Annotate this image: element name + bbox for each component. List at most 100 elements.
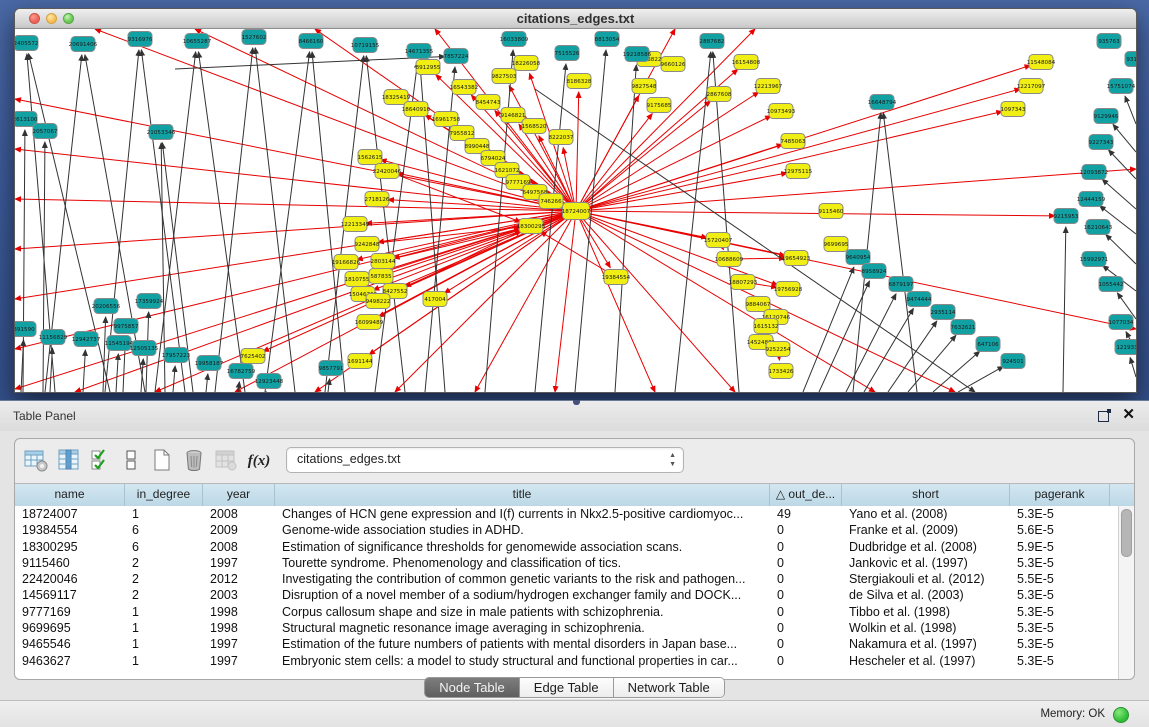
- graph-node[interactable]: 9857791: [319, 361, 344, 376]
- graph-node[interactable]: 7857224: [444, 49, 469, 64]
- graph-node[interactable]: 2887682: [700, 34, 725, 49]
- graph-node[interactable]: 9975857: [114, 319, 139, 334]
- graph-node[interactable]: 12975115: [784, 164, 813, 179]
- column-header-out_de[interactable]: △ out_de...: [770, 484, 842, 506]
- graph-node[interactable]: 647106: [976, 337, 1000, 352]
- graph-node[interactable]: 9175685: [647, 98, 672, 113]
- graph-node[interactable]: 8813054: [595, 32, 620, 47]
- graph-node[interactable]: 10688609: [715, 252, 744, 267]
- graph-node[interactable]: 8222037: [549, 130, 574, 145]
- graph-node[interactable]: 19218586: [623, 47, 652, 62]
- column-header-name[interactable]: name: [15, 484, 125, 506]
- graph-node[interactable]: 1055442: [1099, 277, 1124, 292]
- column-header-year[interactable]: year: [203, 484, 275, 506]
- graph-node[interactable]: 16210643: [1084, 220, 1113, 235]
- graph-node[interactable]: 20206556: [92, 299, 121, 314]
- table-mode-button[interactable]: [23, 448, 49, 474]
- graph-node[interactable]: 12942737: [72, 332, 101, 347]
- delete-table-button[interactable]: [213, 448, 239, 474]
- graph-node[interactable]: 20691406: [69, 37, 98, 52]
- table-row[interactable]: 977716911998Corpus callosum shape and si…: [15, 604, 1119, 620]
- table-row[interactable]: 1872400712008Changes of HCN gene express…: [15, 506, 1119, 522]
- graph-node[interactable]: 7485063: [781, 134, 806, 149]
- graph-node[interactable]: 12213349: [341, 217, 370, 232]
- graph-node[interactable]: 1733426: [769, 364, 794, 379]
- graph-node[interactable]: 7625402: [241, 349, 266, 364]
- graph-node[interactable]: 746266: [539, 194, 563, 209]
- graph-node[interactable]: 12213967: [754, 79, 783, 94]
- graph-node[interactable]: 8466160: [299, 34, 324, 49]
- clear-selection-button[interactable]: [118, 448, 144, 474]
- graph-node[interactable]: 1691144: [348, 354, 373, 369]
- graph-node[interactable]: 11548084: [1027, 55, 1056, 70]
- table-row[interactable]: 2242004622012Investigating the contribut…: [15, 571, 1119, 587]
- graph-node[interactable]: 16648794: [868, 95, 897, 110]
- graph-node[interactable]: 18640910: [402, 102, 431, 117]
- graph-node[interactable]: 19166826: [332, 255, 361, 270]
- graph-node[interactable]: 9115460: [819, 204, 844, 219]
- graph-node[interactable]: 2405572: [15, 36, 38, 51]
- graph-node[interactable]: 1562615: [358, 150, 383, 165]
- graph-node[interactable]: 1097343: [1001, 102, 1026, 117]
- graph-node[interactable]: 1077034: [1109, 315, 1134, 330]
- graph-node[interactable]: 16033809: [500, 32, 529, 47]
- row-selection-button[interactable]: [89, 448, 115, 474]
- graph-node[interactable]: 9474444: [907, 292, 932, 307]
- graph-node[interactable]: 10973493: [767, 104, 796, 119]
- graph-node[interactable]: 9640954: [846, 250, 871, 265]
- table-row[interactable]: 911546021997Tourette syndrome. Phenomeno…: [15, 555, 1119, 571]
- graph-node[interactable]: 18807293: [729, 275, 758, 290]
- graph-node[interactable]: 1810755: [345, 272, 370, 287]
- table-row[interactable]: 1456911722003Disruption of a novel membe…: [15, 587, 1119, 603]
- table-scrollbar-thumb[interactable]: [1121, 509, 1132, 557]
- graph-node[interactable]: 9316976: [128, 32, 153, 47]
- graph-node[interactable]: 14671355: [405, 44, 434, 59]
- graph-node[interactable]: 2803144: [371, 254, 396, 269]
- graph-node[interactable]: 15720407: [704, 233, 733, 248]
- network-graph[interactable]: 1872400718226058982750316543382891295581…: [15, 29, 1136, 392]
- graph-node[interactable]: 587835: [369, 269, 393, 284]
- table-scrollbar[interactable]: [1118, 506, 1134, 679]
- graph-node[interactable]: 15751074: [1107, 79, 1136, 94]
- graph-node[interactable]: 2867608: [707, 87, 732, 102]
- graph-node[interactable]: 9252254: [766, 342, 791, 357]
- graph-node[interactable]: 2935114: [931, 305, 956, 320]
- table-row[interactable]: 1938455462009Genome-wide association stu…: [15, 522, 1119, 538]
- graph-node[interactable]: 7515526: [555, 46, 580, 61]
- graph-node[interactable]: 391590: [15, 322, 36, 337]
- table-row[interactable]: 946362711997Embryonic stem cells: a mode…: [15, 653, 1119, 669]
- table-row[interactable]: 969969511998Structural magnetic resonanc…: [15, 620, 1119, 636]
- graph-node[interactable]: 16961758: [432, 112, 461, 127]
- graph-node[interactable]: 18724007: [562, 203, 591, 220]
- graph-node[interactable]: 10655287: [183, 34, 212, 49]
- graph-node[interactable]: 11156829: [39, 330, 68, 345]
- show-columns-button[interactable]: [56, 448, 82, 474]
- function-builder-button[interactable]: f(x): [243, 448, 275, 474]
- graph-node[interactable]: 16154808: [732, 55, 761, 70]
- graph-node[interactable]: 8912955: [416, 60, 441, 75]
- column-header-title[interactable]: title: [275, 484, 770, 506]
- graph-node[interactable]: 17957223: [162, 348, 191, 363]
- graph-node[interactable]: 19384554: [602, 270, 631, 285]
- split-pane-handle[interactable]: [573, 400, 580, 405]
- graph-node[interactable]: 8186328: [567, 74, 592, 89]
- tab-edge-table[interactable]: Edge Table: [520, 678, 614, 697]
- graph-node[interactable]: 12217097: [1017, 79, 1046, 94]
- graph-node[interactable]: 9146821: [501, 108, 526, 123]
- graph-node[interactable]: 15992971: [1080, 252, 1109, 267]
- create-column-button[interactable]: [149, 448, 175, 474]
- graph-node[interactable]: 8454743: [476, 95, 501, 110]
- graph-node[interactable]: 9699695: [824, 237, 849, 252]
- graph-node[interactable]: 1568520: [522, 119, 547, 134]
- graph-node[interactable]: 18226058: [512, 56, 541, 71]
- graph-node[interactable]: 16543382: [450, 80, 478, 95]
- graph-node[interactable]: 121933: [1115, 340, 1136, 355]
- graph-node[interactable]: 12923448: [255, 374, 284, 389]
- graph-node[interactable]: 19756928: [774, 282, 803, 297]
- graph-node[interactable]: 12093872: [1080, 165, 1108, 180]
- graph-node[interactable]: 9660126: [661, 57, 686, 72]
- table-row[interactable]: 946554611997Estimation of the future num…: [15, 636, 1119, 652]
- graph-node[interactable]: 6879197: [889, 277, 914, 292]
- graph-node[interactable]: 18300295: [517, 219, 546, 234]
- graph-node[interactable]: 9227343: [1089, 135, 1114, 150]
